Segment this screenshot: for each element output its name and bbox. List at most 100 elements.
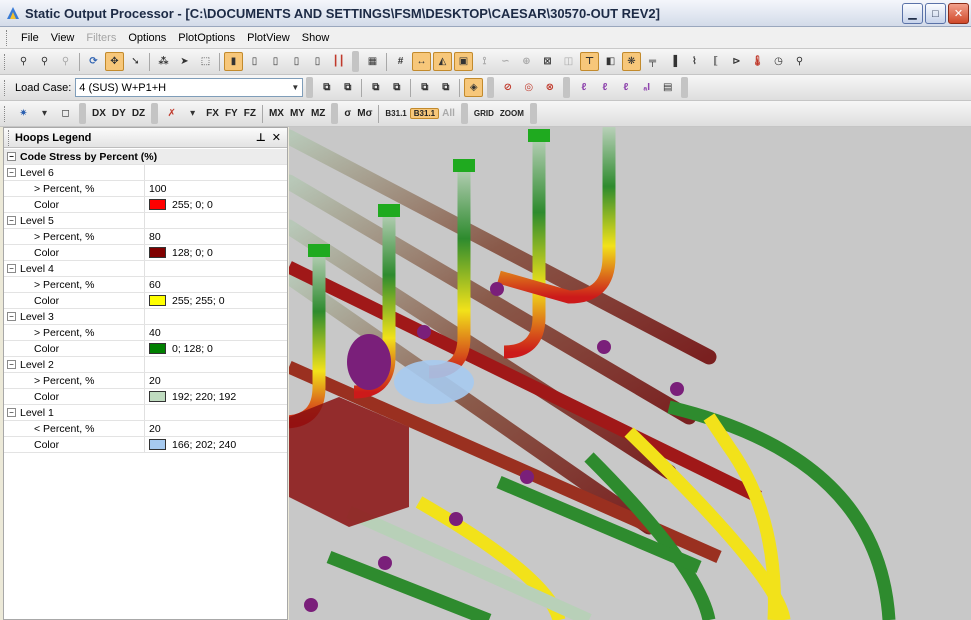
find-icon[interactable]: ⚲ — [790, 52, 809, 71]
stress-button[interactable]: σ — [341, 108, 354, 119]
flange-icon[interactable]: ⊕ — [517, 52, 536, 71]
restraint-marker[interactable] — [490, 282, 504, 296]
percent-row[interactable]: > Percent, % 20 — [4, 373, 287, 389]
toolbar-overflow[interactable] — [460, 103, 468, 124]
level-row[interactable]: − Level 4 — [4, 261, 287, 277]
color-value[interactable]: 166; 202; 240 — [172, 439, 236, 451]
color-swatch[interactable] — [149, 247, 166, 258]
hanger-support[interactable] — [378, 204, 400, 217]
compare-2-icon[interactable]: ⧉ — [436, 78, 455, 97]
percent-row[interactable]: > Percent, % 100 — [4, 181, 287, 197]
load-case-select[interactable]: 4 (SUS) W+P1+H ▼ — [75, 78, 304, 97]
select-icon[interactable]: ➤ — [175, 52, 194, 71]
fy-button[interactable]: FY — [222, 108, 241, 119]
code-stress-button[interactable]: B31.1 — [382, 109, 409, 118]
color-value[interactable]: 192; 220; 192 — [172, 391, 236, 403]
hanger-support[interactable] — [528, 129, 550, 142]
overlay-2-icon[interactable]: ⧉ — [387, 78, 406, 97]
menu-file[interactable]: File — [15, 32, 45, 44]
deflect-icon[interactable]: ⊘ — [498, 78, 517, 97]
hanger-support[interactable] — [308, 244, 330, 257]
valve-body[interactable] — [347, 334, 391, 390]
uniform-load-icon[interactable]: ⟦ — [706, 52, 725, 71]
legend-icon[interactable]: ◈ — [464, 78, 484, 97]
force-icon[interactable]: ⊳ — [727, 52, 746, 71]
panel-grip[interactable] — [8, 129, 11, 146]
collapse-icon[interactable]: − — [7, 152, 16, 161]
fit-icon[interactable]: ◻ — [56, 104, 75, 123]
percent-row[interactable]: > Percent, % 60 — [4, 277, 287, 293]
menu-plotoptions[interactable]: PlotOptions — [172, 32, 241, 44]
annotate-icon[interactable]: ₐI — [637, 78, 656, 97]
clock-icon[interactable]: ◷ — [769, 52, 788, 71]
toolbar-overflow[interactable] — [306, 77, 314, 98]
reducer-icon[interactable]: ◧ — [601, 52, 620, 71]
percent-value[interactable]: 100 — [149, 183, 167, 195]
color-row[interactable]: Color 255; 0; 0 — [4, 197, 287, 213]
toolbar-overflow[interactable] — [529, 103, 537, 124]
model-viewport[interactable] — [289, 127, 971, 620]
restraint-icon[interactable]: ▣ — [454, 52, 473, 71]
collapse-icon[interactable]: − — [7, 216, 16, 225]
percent-value[interactable]: 20 — [149, 423, 161, 435]
walk-icon[interactable]: ➘ — [126, 52, 145, 71]
mz-button[interactable]: MZ — [308, 108, 328, 119]
properties-icon[interactable]: ▤ — [658, 78, 677, 97]
color-swatch[interactable] — [149, 343, 166, 354]
dx-button[interactable]: DX — [89, 108, 109, 119]
color-swatch[interactable] — [149, 391, 166, 402]
percent-value[interactable]: 20 — [149, 375, 161, 387]
restraint-marker[interactable] — [670, 382, 684, 396]
minimize-button[interactable]: ▁ — [902, 3, 923, 24]
level-row[interactable]: − Level 3 — [4, 309, 287, 325]
fx-button[interactable]: FX — [203, 108, 222, 119]
wind-icon[interactable]: ⌇ — [685, 52, 704, 71]
category-row[interactable]: − Code Stress by Percent (%) — [4, 149, 287, 165]
level-row[interactable]: − Level 2 — [4, 357, 287, 373]
toolbar-grip[interactable] — [4, 79, 7, 96]
dy-button[interactable]: DY — [109, 108, 129, 119]
zoom-extents-icon[interactable]: ⚲ — [56, 52, 75, 71]
results-icon[interactable]: ✷ — [14, 104, 33, 123]
color-row[interactable]: Color 255; 255; 0 — [4, 293, 287, 309]
restraint-marker[interactable] — [449, 512, 463, 526]
deflect-2-icon[interactable]: ◎ — [519, 78, 538, 97]
toolbar-overflow[interactable] — [151, 103, 159, 124]
toolbar-overflow[interactable] — [79, 103, 86, 124]
color-row[interactable]: Color 0; 128; 0 — [4, 341, 287, 357]
nozzle-icon[interactable]: ▐ — [664, 52, 683, 71]
restraint-dropdown-icon[interactable]: ▾ — [183, 104, 202, 123]
vessel-nozzle[interactable] — [394, 360, 474, 404]
color-value[interactable]: 0; 128; 0 — [172, 343, 213, 355]
render-lines-icon[interactable]: ┃┃ — [329, 52, 348, 71]
collapse-icon[interactable]: − — [7, 168, 16, 177]
toolbar-grip[interactable] — [4, 53, 7, 70]
color-swatch[interactable] — [149, 439, 166, 450]
render-center-icon[interactable]: ▯ — [308, 52, 327, 71]
next-case-icon[interactable]: ⧉ — [338, 78, 357, 97]
pan-icon[interactable]: ✥ — [105, 52, 124, 71]
temperature-icon[interactable]: 🌡 — [748, 52, 767, 71]
grid-icon[interactable]: ▦ — [363, 52, 382, 71]
toolbar-overflow[interactable] — [352, 51, 359, 72]
restraint-forces-icon[interactable]: ✗ — [162, 104, 181, 123]
color-swatch[interactable] — [149, 199, 166, 210]
hanger-support[interactable] — [453, 159, 475, 172]
render-wire-icon[interactable]: ▯ — [266, 52, 285, 71]
color-row[interactable]: Color 128; 0; 0 — [4, 245, 287, 261]
color-value[interactable]: 255; 0; 0 — [172, 199, 213, 211]
level-row[interactable]: − Level 5 — [4, 213, 287, 229]
piping-model[interactable] — [289, 127, 971, 620]
orbit-icon[interactable]: ⁂ — [154, 52, 173, 71]
node-icon[interactable]: # — [391, 52, 410, 71]
percent-value[interactable]: 80 — [149, 231, 161, 243]
valve-icon[interactable]: ⊠ — [538, 52, 557, 71]
restraint-marker[interactable] — [304, 598, 318, 612]
close-button[interactable]: ✕ — [948, 3, 969, 24]
percent-row[interactable]: > Percent, % 80 — [4, 229, 287, 245]
level-row[interactable]: − Level 6 — [4, 165, 287, 181]
menu-view[interactable]: View — [45, 32, 81, 44]
expansion-joint-icon[interactable]: ❋ — [622, 52, 641, 71]
render-outline-icon[interactable]: ▯ — [287, 52, 306, 71]
tee-icon[interactable]: ⊤ — [580, 52, 599, 71]
